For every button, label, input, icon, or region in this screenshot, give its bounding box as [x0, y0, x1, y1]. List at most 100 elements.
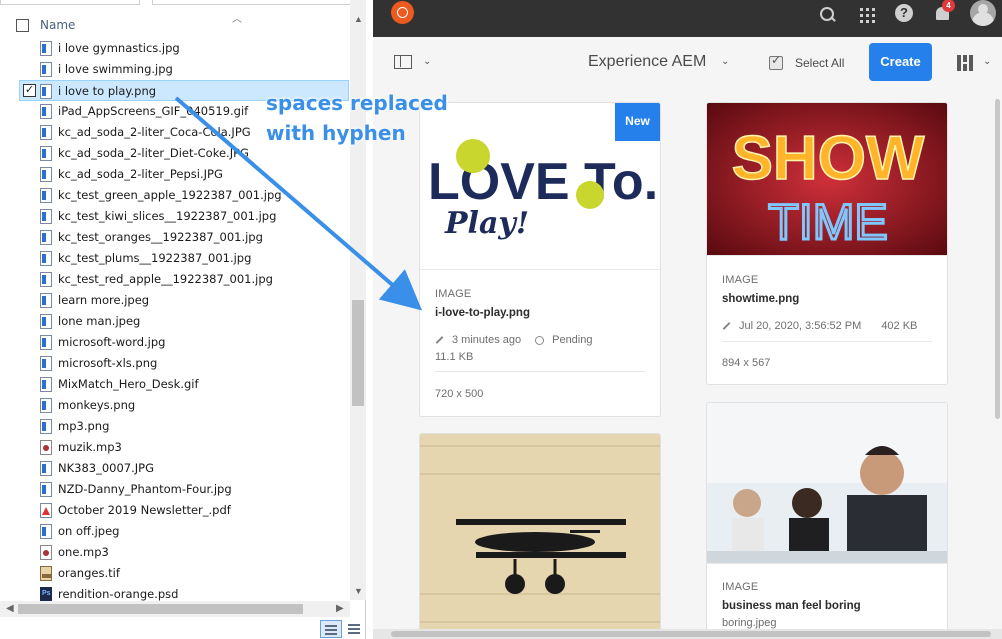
file-name[interactable]: kc_test_kiwi_slices__1922387_001.jpg [58, 209, 276, 223]
rail-toggle-icon[interactable] [394, 55, 412, 69]
file-name[interactable]: i love to play.png [58, 84, 156, 98]
image-file-icon [40, 398, 52, 413]
chevron-down-icon[interactable]: ⌄ [983, 56, 991, 67]
asset-filename: boring.jpeg [722, 617, 777, 629]
column-header-name[interactable]: Name [40, 18, 75, 32]
file-row[interactable]: mp3.png [0, 416, 350, 437]
column-header: ︿ Name [0, 13, 350, 37]
scroll-down-icon[interactable]: ▼ [354, 586, 363, 596]
card-view-icon[interactable] [957, 55, 973, 71]
file-row[interactable]: on off.jpeg [0, 521, 350, 542]
file-row[interactable]: kc_test_green_apple_1922387_001.jpg [0, 185, 350, 206]
asset-title[interactable]: showtime.png [722, 293, 799, 305]
file-name[interactable]: iPad_AppScreens_GIF_040519.gif [58, 104, 248, 118]
search-icon[interactable] [817, 5, 837, 25]
file-row[interactable]: microsoft-xls.png [0, 353, 350, 374]
file-row[interactable]: NK383_0007.JPG [0, 458, 350, 479]
image-file-icon [40, 335, 52, 350]
create-button[interactable]: Create [869, 43, 932, 81]
file-name[interactable]: microsoft-word.jpg [58, 335, 165, 349]
help-icon[interactable]: ? [895, 4, 913, 22]
asset-title[interactable]: business man feel boring [722, 600, 861, 612]
file-row[interactable]: i love gymnastics.jpg [0, 38, 350, 59]
chevron-down-icon[interactable]: ⌄ [721, 56, 729, 67]
file-row[interactable]: i love swimming.jpg [0, 59, 350, 80]
asset-card[interactable]: SHOW TIME IMAGE showtime.png Jul 20, 202… [706, 102, 948, 385]
file-row[interactable]: NZD-Danny_Phantom-Four.jpg [0, 479, 350, 500]
file-name[interactable]: kc_ad_soda_2-liter_Pepsi.JPG [58, 167, 223, 181]
select-all-checkbox[interactable] [16, 19, 29, 32]
file-name[interactable]: lone man.jpeg [58, 314, 140, 328]
file-name[interactable]: kc_test_green_apple_1922387_001.jpg [58, 188, 282, 202]
solutions-grid-icon[interactable] [857, 5, 877, 25]
user-avatar[interactable] [970, 0, 996, 26]
image-file-icon [40, 482, 52, 497]
file-name[interactable]: rendition-orange.psd [58, 587, 178, 601]
file-name[interactable]: kc_test_plums__1922387_001.jpg [58, 251, 251, 265]
file-name[interactable]: on off.jpeg [58, 524, 119, 538]
context-title[interactable]: Experience AEM [588, 53, 706, 71]
scrollbar-thumb[interactable] [995, 99, 1000, 419]
file-row[interactable]: kc_test_kiwi_slices__1922387_001.jpg [0, 206, 350, 227]
file-name[interactable]: oranges.tif [58, 566, 120, 580]
details-view-icon[interactable] [320, 620, 342, 638]
chevron-down-icon[interactable]: ⌄ [423, 56, 431, 67]
file-checkbox[interactable]: ✓ [23, 84, 36, 97]
file-row[interactable]: kc_test_plums__1922387_001.jpg [0, 248, 350, 269]
scrollbar-thumb[interactable] [18, 604, 303, 614]
file-name[interactable]: MixMatch_Hero_Desk.gif [58, 377, 199, 391]
file-row[interactable]: monkeys.png [0, 395, 350, 416]
file-row[interactable]: October 2019 Newsletter_.pdf [0, 500, 350, 521]
file-name[interactable]: one.mp3 [58, 545, 109, 559]
file-row[interactable]: MixMatch_Hero_Desk.gif [0, 374, 350, 395]
file-row[interactable]: microsoft-word.jpg [0, 332, 350, 353]
file-row[interactable]: kc_test_red_apple__1922387_001.jpg [0, 269, 350, 290]
file-row[interactable]: lone man.jpeg [0, 311, 350, 332]
content-vertical-scrollbar[interactable] [994, 89, 1002, 629]
adobe-experience-logo[interactable] [391, 1, 414, 24]
asset-card[interactable]: IMAGE business man feel boring boring.jp… [706, 402, 948, 633]
file-name[interactable]: NZD-Danny_Phantom-Four.jpg [58, 482, 232, 496]
explorer-search-input[interactable] [152, 0, 357, 5]
asset-card[interactable] [419, 433, 661, 633]
image-file-icon [40, 251, 52, 266]
file-name[interactable]: kc_test_oranges__1922387_001.jpg [58, 230, 263, 244]
select-all-icon[interactable] [769, 53, 783, 70]
select-all-button[interactable]: Select All [795, 56, 844, 70]
file-row[interactable]: muzik.mp3 [0, 437, 350, 458]
scrollbar-thumb[interactable] [391, 631, 991, 637]
image-file-icon [40, 356, 52, 371]
address-bar[interactable] [0, 0, 140, 5]
scroll-up-icon[interactable]: ▲ [354, 14, 363, 24]
scrollbar-thumb[interactable] [352, 300, 364, 406]
image-file-icon [40, 188, 52, 203]
scroll-right-icon[interactable]: ▶ [336, 603, 344, 614]
scroll-left-icon[interactable]: ◀ [6, 603, 14, 614]
file-name[interactable]: kc_ad_soda_2-liter_Diet-Coke.JPG [58, 146, 249, 160]
file-name[interactable]: i love swimming.jpg [58, 62, 173, 76]
file-name[interactable]: monkeys.png [58, 398, 135, 412]
file-name[interactable]: microsoft-xls.png [58, 356, 157, 370]
file-name[interactable]: muzik.mp3 [58, 440, 122, 454]
file-row[interactable]: one.mp3 [0, 542, 350, 563]
aem-assets-window: ? 4 ⌄ Experience AEM ⌄ Select All Create… [373, 0, 1002, 639]
asset-title[interactable]: i-love-to-play.png [435, 307, 530, 319]
large-icons-view-icon[interactable] [344, 620, 366, 638]
thumbnail-text-bottom: Play! [444, 206, 529, 241]
file-row[interactable]: oranges.tif [0, 563, 350, 584]
asset-card[interactable]: LOVE To... Play! New IMAGE i-love-to-pla… [419, 102, 661, 417]
image-file-icon [40, 146, 52, 161]
asset-thumbnail: SHOW TIME [707, 103, 947, 255]
file-row[interactable]: kc_ad_soda_2-liter_Pepsi.JPG [0, 164, 350, 185]
file-row[interactable]: learn more.jpeg [0, 290, 350, 311]
file-row[interactable]: kc_test_oranges__1922387_001.jpg [0, 227, 350, 248]
file-name[interactable]: October 2019 Newsletter_.pdf [58, 503, 231, 517]
file-name[interactable]: i love gymnastics.jpg [58, 41, 180, 55]
file-name[interactable]: learn more.jpeg [58, 293, 149, 307]
explorer-horizontal-scrollbar[interactable]: ◀ ▶ [0, 601, 350, 617]
file-name[interactable]: kc_test_red_apple__1922387_001.jpg [58, 272, 273, 286]
content-horizontal-scrollbar[interactable] [373, 629, 1002, 639]
file-name[interactable]: NK383_0007.JPG [58, 461, 154, 475]
file-name[interactable]: kc_ad_soda_2-liter_Coca-Cola.JPG [58, 125, 251, 139]
file-name[interactable]: mp3.png [58, 419, 109, 433]
